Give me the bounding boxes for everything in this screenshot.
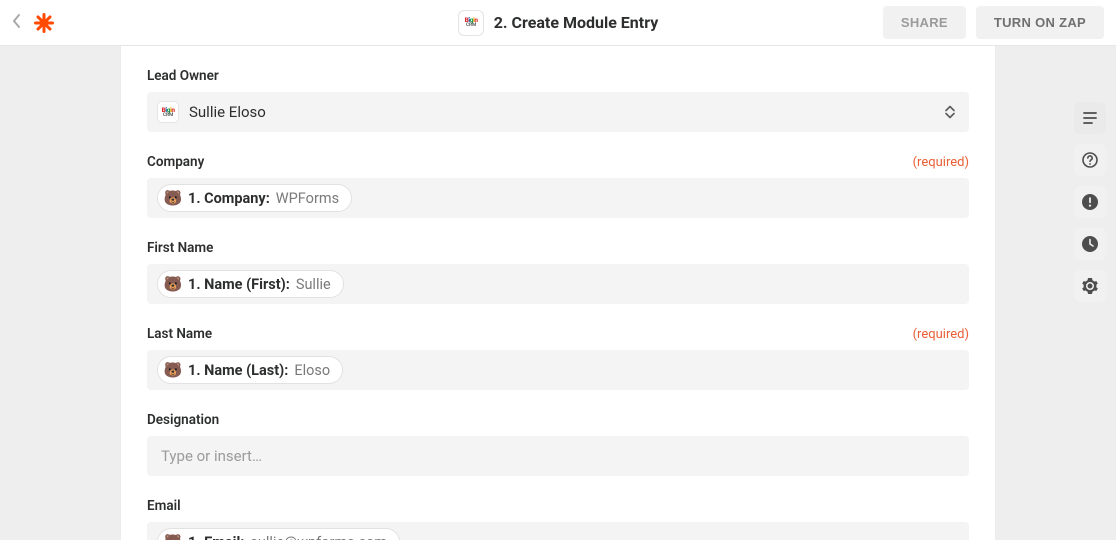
field-label: Designation [147, 412, 219, 428]
wpforms-icon: 🐻 [164, 189, 182, 207]
mapped-pill-last-name[interactable]: 🐻 1. Name (Last): Eloso [157, 356, 343, 384]
field-email: Email 🐻 1. Email: sullie@wpforms.com [147, 498, 969, 540]
required-badge: (required) [913, 327, 969, 342]
topbar: Bigin CRM 2. Create Module Entry SHARE T… [0, 0, 1116, 46]
rail-history-button[interactable] [1074, 228, 1106, 260]
wpforms-icon: 🐻 [164, 275, 182, 293]
back-icon[interactable] [12, 13, 32, 33]
field-last-name: Last Name (required) 🐻 1. Name (Last): E… [147, 326, 969, 390]
designation-input[interactable]: Type or insert… [147, 436, 969, 476]
pill-label: 1. Name (Last): [188, 362, 288, 379]
page-title: 2. Create Module Entry [494, 13, 659, 32]
pill-value: sullie@wpforms.com [250, 534, 387, 540]
field-label: Last Name [147, 326, 212, 342]
mapped-pill-first-name[interactable]: 🐻 1. Name (First): Sullie [157, 270, 344, 298]
required-badge: (required) [913, 155, 969, 170]
select-chevrons-icon [945, 106, 955, 119]
wpforms-icon: 🐻 [164, 533, 182, 540]
pill-label: 1. Email: [188, 534, 244, 540]
pill-value: Eloso [294, 362, 330, 379]
mapped-pill-email[interactable]: 🐻 1. Email: sullie@wpforms.com [157, 528, 400, 540]
right-rail [1074, 102, 1106, 302]
rail-settings-button[interactable] [1074, 270, 1106, 302]
email-input[interactable]: 🐻 1. Email: sullie@wpforms.com [147, 522, 969, 540]
last-name-input[interactable]: 🐻 1. Name (Last): Eloso [147, 350, 969, 390]
field-label: Lead Owner [147, 68, 219, 84]
pill-value: WPForms [276, 190, 339, 207]
field-lead-owner: Lead Owner Bigin CRM Sullie Eloso [147, 68, 969, 132]
field-label: Company [147, 154, 204, 170]
turn-on-zap-button[interactable]: TURN ON ZAP [976, 6, 1104, 39]
field-label: Email [147, 498, 181, 514]
field-first-name: First Name 🐻 1. Name (First): Sullie [147, 240, 969, 304]
rail-help-button[interactable] [1074, 144, 1106, 176]
first-name-input[interactable]: 🐻 1. Name (First): Sullie [147, 264, 969, 304]
share-button[interactable]: SHARE [883, 6, 966, 39]
pill-value: Sullie [296, 276, 331, 293]
form-panel: Lead Owner Bigin CRM Sullie Eloso Co [120, 46, 996, 540]
pill-label: 1. Name (First): [188, 276, 290, 293]
zapier-logo-icon[interactable] [32, 11, 56, 35]
field-label: First Name [147, 240, 213, 256]
wpforms-icon: 🐻 [164, 361, 182, 379]
pill-label: 1. Company: [188, 190, 270, 207]
lead-owner-select[interactable]: Bigin CRM Sullie Eloso [147, 92, 969, 132]
placeholder-text: Type or insert… [161, 447, 262, 465]
step-app-icon: Bigin CRM [458, 10, 484, 36]
crm-app-icon: Bigin CRM [157, 101, 179, 123]
field-designation: Designation Type or insert… [147, 412, 969, 476]
select-value: Sullie Eloso [189, 103, 266, 121]
rail-alerts-button[interactable] [1074, 186, 1106, 218]
stage: Lead Owner Bigin CRM Sullie Eloso Co [0, 46, 1116, 540]
company-input[interactable]: 🐻 1. Company: WPForms [147, 178, 969, 218]
rail-outline-button[interactable] [1074, 102, 1106, 134]
mapped-pill-company[interactable]: 🐻 1. Company: WPForms [157, 184, 352, 212]
field-company: Company (required) 🐻 1. Company: WPForms [147, 154, 969, 218]
